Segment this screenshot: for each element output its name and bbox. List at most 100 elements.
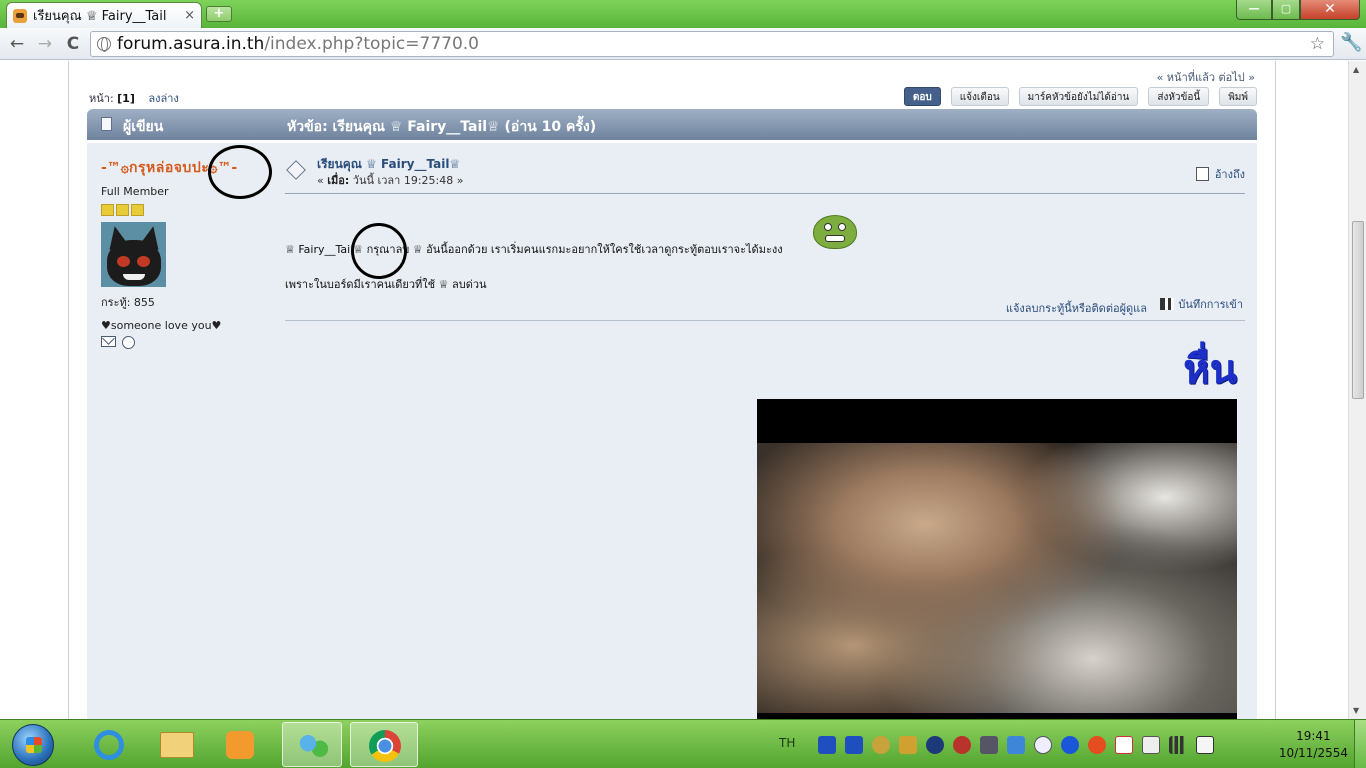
avatar-mouth: [123, 274, 145, 280]
notify-button[interactable]: แจ้งเตือน: [950, 87, 1009, 106]
browser-tab[interactable]: เรียนคุณ ♕ Fairy__Tail ×: [6, 2, 202, 28]
network-signal-icon[interactable]: [1169, 736, 1187, 754]
topic-actions: ตอบ แจ้งเตือน มาร์คหัวข้อยังไม่ได้อ่าน ส…: [903, 87, 1257, 106]
url-path: /index.php?topic=7770.0: [264, 34, 480, 54]
taskbar-chrome[interactable]: [350, 722, 418, 767]
time-label: เมื่อ:: [327, 174, 350, 187]
close-window-button[interactable]: ✕: [1300, 0, 1360, 20]
quote-icon: [1195, 167, 1209, 181]
minimize-button[interactable]: —: [1236, 0, 1272, 20]
tray-app-icon[interactable]: [1088, 736, 1106, 754]
report-link[interactable]: แจ้งลบกระทู้นี้หรือติดต่อผู้ดูแล: [1006, 299, 1147, 317]
tray-app-icon[interactable]: [980, 736, 998, 754]
tray-tool-icon[interactable]: [899, 736, 917, 754]
avatar-eye: [137, 256, 150, 267]
messenger-icon: [299, 732, 329, 760]
tray-app-icon[interactable]: [845, 736, 863, 754]
browser-titlebar: เรียนคุณ ♕ Fairy__Tail × + — ▢ ✕: [0, 0, 1366, 28]
pages-label: หน้า:: [89, 92, 114, 105]
page-scrollbar[interactable]: ▲ ▼: [1348, 61, 1366, 719]
message-bubble-icon[interactable]: [122, 336, 135, 349]
logged-label: บันทึกการเข้า: [1178, 298, 1243, 311]
time-value: วันนี้ เวลา 19:25:48 »: [352, 174, 464, 187]
tray-app-icon[interactable]: [1115, 736, 1133, 754]
signature-image: [757, 399, 1237, 719]
reply-button[interactable]: ตอบ: [903, 87, 941, 106]
emoticon-body: [813, 215, 857, 249]
post-time: « เมื่อ: วันนี้ เวลา 19:25:48 »: [317, 171, 463, 189]
scroll-down-icon[interactable]: ▼: [1353, 706, 1359, 715]
logged-ip: บันทึกการเข้า: [1160, 295, 1243, 313]
rank-stars: [101, 204, 271, 216]
maximize-button[interactable]: ▢: [1272, 0, 1300, 20]
new-tab-button[interactable]: +: [206, 6, 232, 22]
subject-header: หัวข้อ: เรียนคุณ ♕ Fairy__Tail♕ (อ่าน 10…: [287, 119, 597, 135]
internet-explorer-icon: [94, 730, 124, 760]
quote-button[interactable]: อ้างถึง: [1195, 165, 1245, 183]
tray-app-icon[interactable]: [872, 736, 890, 754]
star-icon: [116, 204, 129, 216]
print-button[interactable]: พิมพ์: [1219, 87, 1257, 106]
browser-toolbar: ← → C forum.asura.in.th/index.php?topic=…: [0, 28, 1366, 60]
folder-icon: [160, 732, 194, 758]
emoticon-eye: [824, 223, 832, 231]
taskbar-clock[interactable]: 19:41 10/11/2554: [1279, 728, 1348, 762]
taskbar-media-player[interactable]: [210, 722, 270, 767]
emoticon-mouth: [825, 235, 845, 242]
tab-title: เรียนคุณ ♕ Fairy__Tail: [33, 9, 167, 24]
tray-app-icon[interactable]: [1061, 736, 1079, 754]
time-prefix: «: [317, 174, 324, 187]
angry-monster-emoticon-icon: [811, 209, 859, 249]
reload-button[interactable]: C: [62, 34, 84, 54]
language-indicator[interactable]: TH: [779, 736, 795, 750]
author-header: ผู้เขียน: [123, 119, 164, 135]
star-icon: [101, 204, 114, 216]
volume-icon[interactable]: [1196, 736, 1214, 754]
avatar-eye: [117, 256, 130, 267]
current-page[interactable]: [1]: [117, 92, 135, 105]
checkered-flag-icon: [1160, 298, 1175, 310]
tab-close-icon[interactable]: ×: [184, 8, 195, 23]
taskbar-explorer[interactable]: [146, 722, 206, 767]
email-icon[interactable]: [101, 336, 116, 347]
post-content: เรียนคุณ ♕ Fairy__Tail♕ « เมื่อ: วันนี้ …: [285, 143, 1245, 719]
windows-taskbar: TH 19:41 10/11/2554: [0, 719, 1366, 768]
poster-contact-icons: [101, 336, 271, 349]
wrench-menu-icon[interactable]: 🔧: [1340, 32, 1362, 53]
annotation-circle: [351, 223, 407, 279]
scroll-thumb[interactable]: [1352, 221, 1364, 399]
signature-divider: [285, 320, 1245, 321]
taskbar-messenger[interactable]: [282, 722, 342, 767]
chrome-icon: [369, 730, 401, 762]
pagination: หน้า: [1] ลงล่าง: [89, 89, 179, 107]
safely-remove-icon[interactable]: [1142, 736, 1160, 754]
signature-heading: หื่น: [1183, 346, 1237, 393]
address-bar[interactable]: forum.asura.in.th/index.php?topic=7770.0…: [90, 31, 1334, 57]
start-button[interactable]: [12, 724, 54, 766]
forum-page: « หน้าที่แล้ว ต่อไป » หน้า: [1] ลงล่าง ต…: [68, 61, 1276, 719]
send-topic-button[interactable]: ส่งหัวข้อนี้: [1148, 87, 1210, 106]
tray-app-icon[interactable]: [1007, 736, 1025, 754]
post-container: -™۞กรุหล่อจบปะ۞™- Full Member กระทู้: 85…: [87, 143, 1257, 719]
show-desktop-button[interactable]: [1354, 720, 1366, 768]
scroll-up-icon[interactable]: ▲: [1353, 65, 1359, 74]
favicon-icon: [13, 8, 27, 23]
back-button[interactable]: ←: [6, 34, 28, 54]
mark-unread-button[interactable]: มาร์คหัวข้อยังไม่ได้อ่าน: [1018, 87, 1139, 106]
annotation-circle: [208, 145, 272, 199]
document-icon: [101, 117, 112, 131]
taskbar-internet-explorer[interactable]: [78, 722, 138, 767]
clock-tray-icon[interactable]: [1034, 736, 1052, 754]
prev-next-links[interactable]: « หน้าที่แล้ว ต่อไป »: [1157, 68, 1255, 86]
emoticon-eye: [838, 223, 846, 231]
bookmark-star-icon[interactable]: ☆: [1310, 34, 1325, 54]
clock-date: 10/11/2554: [1278, 746, 1348, 760]
quote-label: อ้างถึง: [1214, 168, 1245, 181]
system-tray: [818, 736, 1214, 754]
bluetooth-icon[interactable]: [926, 736, 944, 754]
tray-app-icon[interactable]: [818, 736, 836, 754]
forward-button[interactable]: →: [34, 34, 56, 54]
tray-app-icon[interactable]: [953, 736, 971, 754]
go-down-link[interactable]: ลงล่าง: [148, 92, 178, 105]
poster-personal-text: ♥someone love you♥: [101, 319, 222, 332]
